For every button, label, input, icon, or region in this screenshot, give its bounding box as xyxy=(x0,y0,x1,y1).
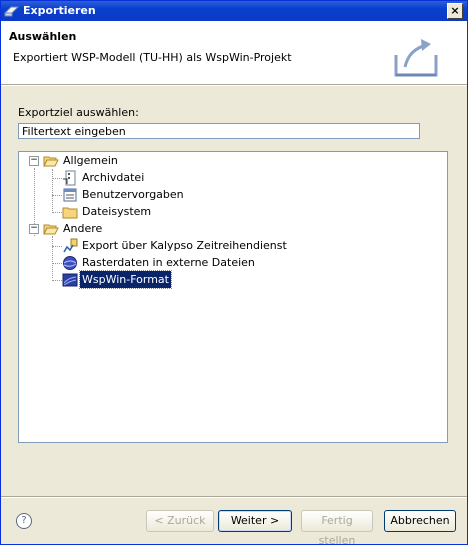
tree-item-label: WspWin-Format xyxy=(79,270,172,289)
archive-file-icon xyxy=(63,170,76,186)
finish-button[interactable]: Fertig stellen xyxy=(301,510,373,544)
wizard-header: Auswählen Exportiert WSP-Modell (TU-HH) … xyxy=(1,21,467,85)
next-button[interactable]: Weiter > xyxy=(218,510,292,532)
cancel-button[interactable]: Abbrechen xyxy=(384,510,456,532)
export-dialog: Exportieren × Auswählen Exportiert WSP-M… xyxy=(0,0,468,545)
tree-item-label: Rasterdaten in externe Dateien xyxy=(82,256,255,269)
title-bar[interactable]: Exportieren × xyxy=(1,1,467,21)
wspwin-icon xyxy=(62,273,78,287)
wizard-page-title: Auswählen xyxy=(9,30,77,43)
open-folder-icon xyxy=(43,156,59,167)
tree-item-label: Dateisystem xyxy=(82,205,152,218)
filter-label: Exportziel auswählen: xyxy=(18,106,139,119)
back-button[interactable]: < Zurück xyxy=(146,510,214,532)
tree-item-label: Benutzervorgaben xyxy=(82,188,184,201)
close-icon: × xyxy=(450,4,460,17)
tree-item-rasterdaten[interactable]: Rasterdaten in externe Dateien xyxy=(19,254,439,271)
tree-category-label: Allgemein xyxy=(63,154,118,167)
tree-category-andere[interactable]: − Andere xyxy=(19,220,439,237)
open-folder-icon xyxy=(43,224,59,235)
tree-item-label: Archivdatei xyxy=(82,171,145,184)
tree-item-archivdatei[interactable]: Archivdatei xyxy=(19,169,439,186)
preferences-icon xyxy=(63,188,77,202)
tree-item-label: Export über Kalypso Zeitreihendienst xyxy=(82,239,287,252)
tree-item-benutzervorgaben[interactable]: Benutzervorgaben xyxy=(19,186,439,203)
tree-category-label: Andere xyxy=(63,222,103,235)
raster-data-icon xyxy=(63,256,77,270)
header-separator xyxy=(1,85,467,86)
eclipse-app-icon xyxy=(4,6,19,17)
wizard-page-description: Exportiert WSP-Modell (TU-HH) als WspWin… xyxy=(13,51,292,64)
collapse-toggle-icon[interactable]: − xyxy=(29,224,39,234)
tree-category-allgemein[interactable]: − Allgemein xyxy=(19,152,439,169)
button-bar-separator-highlight xyxy=(1,497,467,498)
tree-item-dateisystem[interactable]: Dateisystem xyxy=(19,203,439,220)
export-wizard-icon xyxy=(394,39,438,77)
close-button[interactable]: × xyxy=(447,3,463,19)
filter-input[interactable] xyxy=(18,123,420,139)
help-icon[interactable]: ? xyxy=(16,513,32,529)
export-wizard-tree[interactable]: − Allgemein Archivdatei Benutzervorgaben xyxy=(18,151,448,443)
window-title: Exportieren xyxy=(23,4,96,17)
timeseries-export-icon xyxy=(63,238,78,253)
tree-item-wspwin-format[interactable]: WspWin-Format xyxy=(19,270,439,289)
tree-item-kalypso-zeitreihendienst[interactable]: Export über Kalypso Zeitreihendienst xyxy=(19,237,439,254)
collapse-toggle-icon[interactable]: − xyxy=(29,156,39,166)
folder-icon xyxy=(62,207,78,219)
